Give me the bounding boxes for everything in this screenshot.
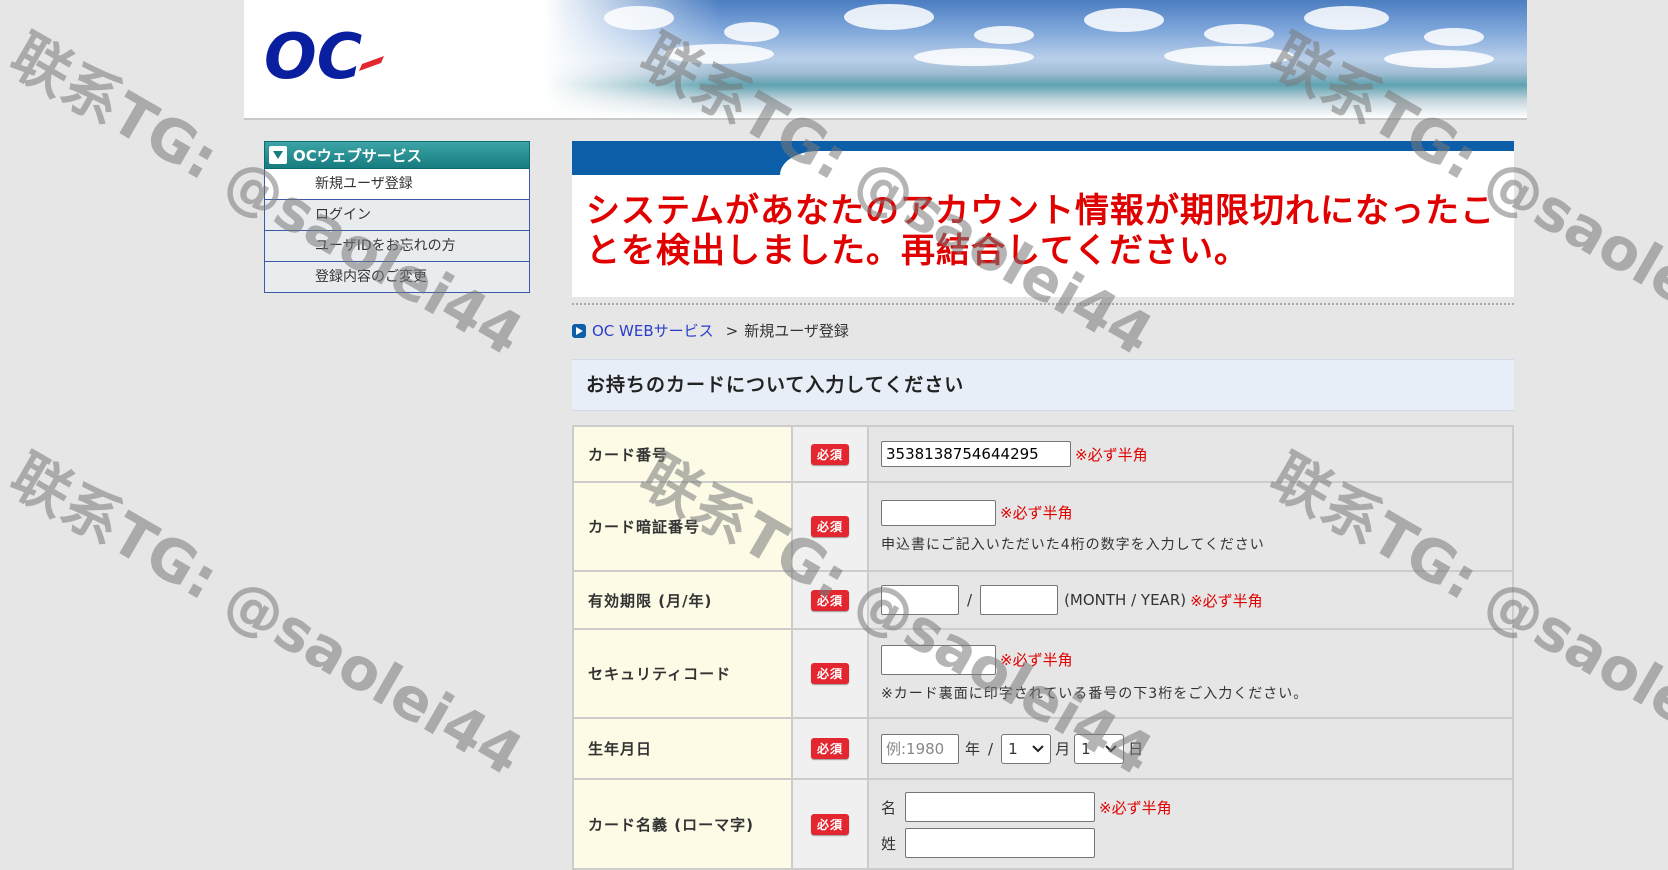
card-name-label: カード名義 (ローマ字)	[572, 778, 793, 870]
alert-line-2: とを検出しました。再結合してください。	[586, 231, 1249, 271]
card-number-label: カード番号	[572, 425, 793, 483]
security-code-hint: ※必ず半角	[1000, 651, 1073, 669]
card-name-hint: ※必ず半角	[1099, 798, 1172, 817]
required-badge: 必須	[810, 589, 849, 611]
title-bar-decoration	[572, 141, 1514, 175]
birth-day-select[interactable]: 1	[1074, 733, 1125, 764]
last-name-label: 姓	[881, 834, 897, 853]
breadcrumb-home-link[interactable]: OC WEBサービス	[592, 320, 714, 341]
alert-message: システムがあなたのアカウント情報が期限切れになったこ とを検出しました。再結合し…	[572, 175, 1514, 297]
section-title: お持ちのカードについて入力してください	[572, 359, 1514, 411]
birth-month-unit: 月	[1055, 740, 1071, 758]
required-badge: 必須	[810, 516, 849, 537]
card-pin-input[interactable]	[881, 499, 996, 526]
expiry-month-input[interactable]	[881, 585, 959, 615]
dotted-divider	[572, 303, 1514, 305]
required-badge: 必須	[810, 443, 849, 465]
birth-month-value: 1	[1008, 739, 1018, 758]
chevron-down-icon	[1105, 744, 1117, 752]
birth-year-unit: 年	[965, 740, 981, 758]
site-header: OC	[244, 0, 1527, 120]
breadcrumb-separator: >	[725, 321, 739, 340]
logo-text: OC	[264, 20, 362, 90]
security-code-label: セキュリティコード	[572, 628, 793, 719]
birth-slash: /	[988, 739, 994, 758]
form-row-card-number: カード番号 必須 ※必ず半角	[572, 425, 1514, 483]
birth-month-select[interactable]: 1	[1001, 733, 1052, 764]
security-code-input[interactable]	[881, 644, 996, 675]
main-content: システムがあなたのアカウント情報が期限切れになったこ とを検出しました。再結合し…	[572, 141, 1514, 870]
oc-logo[interactable]: OC	[262, 20, 392, 90]
birth-day-value: 1	[1081, 739, 1091, 758]
breadcrumb-current: 新規ユーザ登録	[744, 322, 849, 340]
alert-line-1: システムがあなたのアカウント情報が期限切れになったこ	[586, 191, 1495, 231]
triangle-down-icon	[269, 146, 287, 164]
card-pin-hint: ※必ず半角	[1000, 504, 1073, 522]
expiry-format: (MONTH / YEAR)	[1064, 591, 1187, 609]
required-badge: 必須	[810, 663, 849, 684]
security-code-note: ※カード裏面に印字されている番号の下3桁をご入力ください。	[881, 685, 1309, 702]
required-badge: 必須	[810, 738, 849, 759]
card-number-hint: ※必ず半角	[1075, 445, 1148, 464]
form-row-card-pin: カード暗証番号 必須 ※必ず半角 申込書にご記入いただいた4桁の数字を入力してく…	[572, 481, 1514, 572]
breadcrumb-arrow-icon	[572, 323, 586, 338]
expiry-label: 有効期限 (月/年)	[572, 570, 793, 630]
required-badge: 必須	[810, 813, 849, 835]
first-name-label: 名	[881, 798, 897, 817]
sidebar-item-change-registration[interactable]: 登録内容のご変更	[264, 262, 530, 293]
sidebar-title: OCウェブサービス	[293, 146, 422, 165]
expiry-hint: ※必ず半角	[1190, 591, 1263, 610]
card-pin-label: カード暗証番号	[572, 481, 793, 572]
expiry-year-input[interactable]	[980, 585, 1059, 615]
sidebar-item-login[interactable]: ログイン	[264, 200, 530, 231]
breadcrumb: OC WEBサービス > 新規ユーザ登録	[572, 320, 1514, 341]
card-form-table: カード番号 必須 ※必ず半角 カード暗証番号 必須 ※必ず半角	[572, 425, 1514, 870]
sidebar-header: OCウェブサービス	[264, 141, 530, 169]
expiry-slash: /	[967, 591, 973, 609]
header-banner-image	[544, 0, 1527, 118]
first-name-input[interactable]	[905, 792, 1095, 822]
form-row-expiry: 有効期限 (月/年) 必須 / (MONTH / YEAR) ※必ず半角	[572, 570, 1514, 630]
birth-year-input[interactable]	[881, 733, 959, 764]
form-row-security-code: セキュリティコード 必須 ※必ず半角 ※カード裏面に印字されている番号の下3桁を…	[572, 628, 1514, 719]
chevron-down-icon	[1032, 744, 1044, 752]
sidebar-item-forgot-id[interactable]: ユーザIDをお忘れの方	[264, 231, 530, 262]
birth-day-unit: 日	[1128, 740, 1144, 758]
page: OC OCウェブサービス 新規ユーザ登録 ログイン ユーザIDをお忘れの方 登録…	[244, 0, 1527, 870]
birthdate-label: 生年月日	[572, 717, 793, 780]
form-row-card-name: カード名義 (ローマ字) 必須 名 ※必ず半角 姓	[572, 778, 1514, 870]
last-name-input[interactable]	[905, 828, 1095, 858]
card-pin-note: 申込書にご記入いただいた4桁の数字を入力してください	[881, 536, 1265, 553]
card-number-input[interactable]	[881, 441, 1071, 467]
sidebar: OCウェブサービス 新規ユーザ登録 ログイン ユーザIDをお忘れの方 登録内容の…	[264, 141, 530, 293]
sidebar-item-new-user[interactable]: 新規ユーザ登録	[264, 169, 530, 200]
form-row-birthdate: 生年月日 必須 年 / 1 月 1	[572, 717, 1514, 780]
